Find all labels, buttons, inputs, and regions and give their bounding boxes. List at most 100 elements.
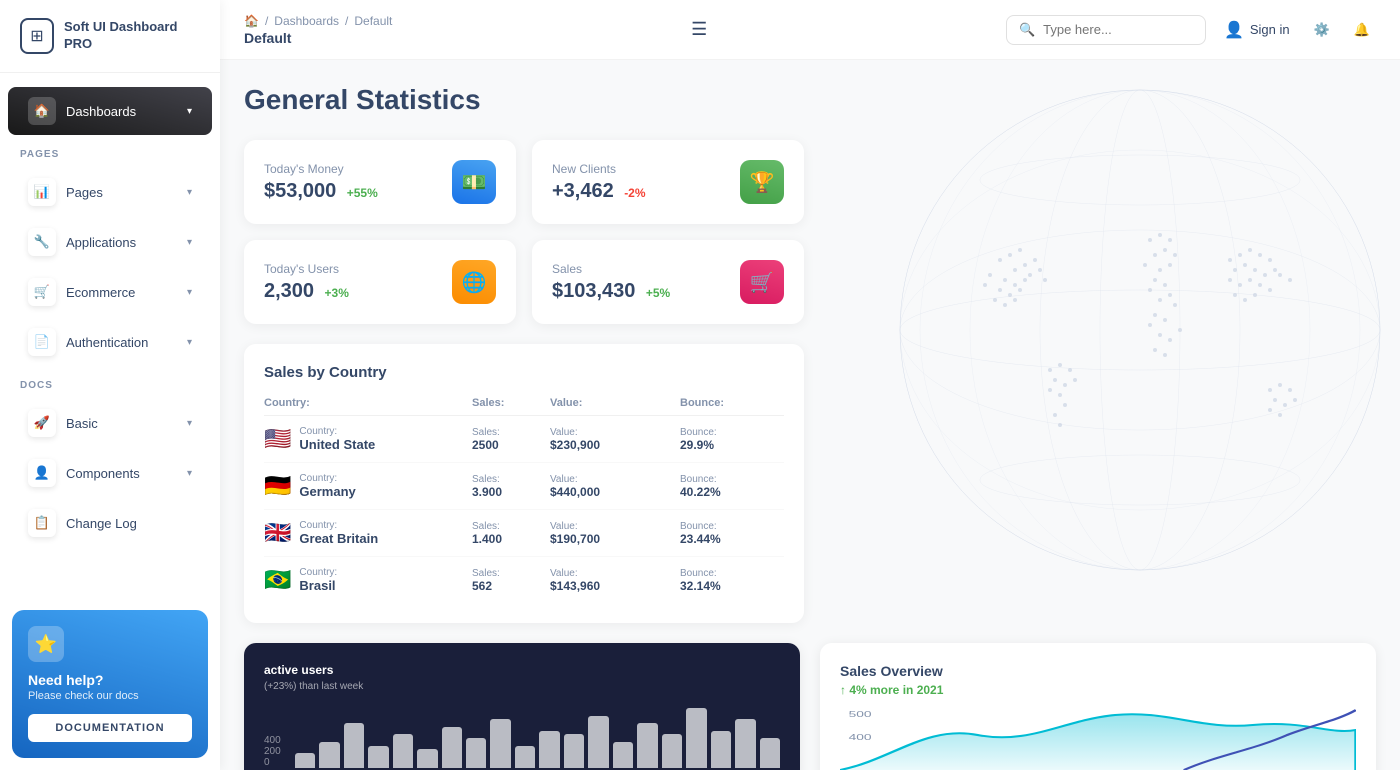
- country-label: Country:: [299, 473, 355, 484]
- page-title: Default: [244, 30, 392, 46]
- stat-card-sales: Sales $103,430 +5% 🛒: [532, 240, 804, 324]
- chevron-down-icon: ▾: [187, 337, 192, 348]
- flag-icon: 🇬🇧: [264, 520, 291, 546]
- bar: [417, 749, 437, 768]
- stats-grid: Today's Money $53,000 +55% 💵 New Clients…: [244, 140, 804, 324]
- search-box: 🔍: [1006, 15, 1206, 45]
- stat-users-label: Today's Users: [264, 262, 349, 276]
- stat-card-users: Today's Users 2,300 +3% 🌐: [244, 240, 516, 324]
- breadcrumb: 🏠 / Dashboards / Default Default: [244, 14, 392, 46]
- bar-chart-card: active users (+23%) than last week 400 2…: [244, 643, 800, 770]
- notifications-button[interactable]: 🔔: [1348, 16, 1376, 44]
- sidebar-item-applications-label: Applications: [66, 235, 136, 250]
- country-name: Great Britain: [299, 531, 378, 546]
- user-icon: 👤: [1224, 20, 1244, 40]
- stat-money-change: +55%: [347, 186, 378, 200]
- documentation-button[interactable]: DOCUMENTATION: [28, 714, 192, 742]
- general-statistics-title: General Statistics: [244, 84, 1376, 116]
- stat-money-value: $53,000: [264, 180, 336, 202]
- bar: [393, 734, 413, 768]
- basic-icon: 🚀: [28, 409, 56, 437]
- flag-icon: 🇩🇪: [264, 473, 291, 499]
- settings-button[interactable]: ⚙️: [1308, 16, 1336, 44]
- country-label: Country:: [299, 426, 375, 437]
- country-label: Country:: [299, 520, 378, 531]
- flag-icon: 🇺🇸: [264, 426, 291, 452]
- menu-icon[interactable]: ☰: [685, 13, 713, 46]
- col-country: Country:: [264, 397, 472, 416]
- bar: [344, 723, 364, 768]
- country-name: United State: [299, 437, 375, 452]
- search-input[interactable]: [1043, 22, 1193, 37]
- sidebar-item-changelog-label: Change Log: [66, 516, 137, 531]
- chevron-down-icon: ▾: [187, 106, 192, 117]
- logo-icon: ⊞: [20, 18, 54, 54]
- bar: [637, 723, 657, 768]
- sidebar-item-pages[interactable]: 📊 Pages ▾: [8, 168, 212, 216]
- y-label-200: 200: [264, 746, 281, 757]
- sidebar-item-dashboards[interactable]: 🏠 Dashboards ▾: [8, 87, 212, 135]
- value-cell: $440,000: [550, 485, 600, 499]
- sign-in-label: Sign in: [1250, 22, 1290, 37]
- sidebar-item-ecommerce-label: Ecommerce: [66, 285, 135, 300]
- bar: [539, 731, 559, 769]
- sidebar: ⊞ Soft UI Dashboard PRO 🏠 Dashboards ▾ P…: [0, 0, 220, 770]
- topbar: 🏠 / Dashboards / Default Default ☰ 🔍 👤 S…: [220, 0, 1400, 60]
- bottom-charts: active users (+23%) than last week 400 2…: [244, 643, 1376, 770]
- help-card: ⭐ Need help? Please check our docs DOCUM…: [12, 610, 208, 758]
- bar: [442, 727, 462, 768]
- sidebar-nav: 🏠 Dashboards ▾ PAGES 📊 Pages ▾ 🔧 Applica…: [0, 73, 220, 598]
- country-name: Brasil: [299, 578, 335, 593]
- y-label-400: 400: [264, 735, 281, 746]
- help-subtitle: Please check our docs: [28, 690, 192, 702]
- country-table: Country: Sales: Value: Bounce: 🇺🇸 Countr…: [264, 397, 784, 603]
- sidebar-item-ecommerce[interactable]: 🛒 Ecommerce ▾: [8, 268, 212, 316]
- changelog-icon: 📋: [28, 509, 56, 537]
- bar: [466, 738, 486, 768]
- breadcrumb-dashboards: Dashboards: [274, 14, 339, 28]
- bar-chart-area: 400 200 0: [264, 708, 780, 768]
- main-wrapper: 🏠 / Dashboards / Default Default ☰ 🔍 👤 S…: [220, 0, 1400, 770]
- bar: [588, 716, 608, 769]
- authentication-icon: 📄: [28, 328, 56, 356]
- value-cell: $230,900: [550, 438, 600, 452]
- topbar-center: ☰: [685, 13, 713, 46]
- sidebar-item-basic[interactable]: 🚀 Basic ▾: [8, 399, 212, 447]
- ecommerce-icon: 🛒: [28, 278, 56, 306]
- sales-overview-card: Sales Overview ↑ 4% more in 2021: [820, 643, 1376, 770]
- applications-icon: 🔧: [28, 228, 56, 256]
- sidebar-item-authentication[interactable]: 📄 Authentication ▾: [8, 318, 212, 366]
- help-title: Need help?: [28, 672, 192, 688]
- sidebar-item-changelog[interactable]: 📋 Change Log: [8, 499, 212, 547]
- app-name: Soft UI Dashboard PRO: [64, 19, 200, 53]
- bar: [760, 738, 780, 768]
- col-sales: Sales:: [472, 397, 550, 416]
- chevron-down-icon: ▾: [187, 237, 192, 248]
- stat-sales-label: Sales: [552, 262, 670, 276]
- sidebar-item-pages-label: Pages: [66, 185, 103, 200]
- sales-value: 562: [472, 579, 492, 593]
- table-row: 🇺🇸 Country: United State Sales: 2500 Val…: [264, 416, 784, 463]
- value-cell: $143,960: [550, 579, 600, 593]
- stat-sales-change: +5%: [646, 286, 670, 300]
- sidebar-item-applications[interactable]: 🔧 Applications ▾: [8, 218, 212, 266]
- chevron-down-icon: ▾: [187, 287, 192, 298]
- breadcrumb-trail: 🏠 / Dashboards / Default: [244, 14, 392, 28]
- bar: [564, 734, 584, 768]
- sign-in-button[interactable]: 👤 Sign in: [1218, 14, 1296, 46]
- help-star-icon: ⭐: [28, 626, 64, 662]
- bar: [662, 734, 682, 768]
- stat-sales-value: $103,430: [552, 280, 635, 302]
- overview-subtitle: ↑ 4% more in 2021: [840, 683, 1356, 697]
- bars-row: [295, 708, 780, 768]
- bar: [735, 719, 755, 768]
- stat-money-label: Today's Money: [264, 162, 378, 176]
- dashboards-icon: 🏠: [28, 97, 56, 125]
- bar-chart-sub: (+23%) than last week: [264, 681, 780, 692]
- sidebar-item-components[interactable]: 👤 Components ▾: [8, 449, 212, 497]
- bar: [295, 753, 315, 768]
- search-icon: 🔍: [1019, 22, 1035, 38]
- users-icon: 🌐: [452, 260, 496, 304]
- docs-section-label: DOCS: [0, 368, 220, 397]
- svg-text:500: 500: [849, 711, 872, 720]
